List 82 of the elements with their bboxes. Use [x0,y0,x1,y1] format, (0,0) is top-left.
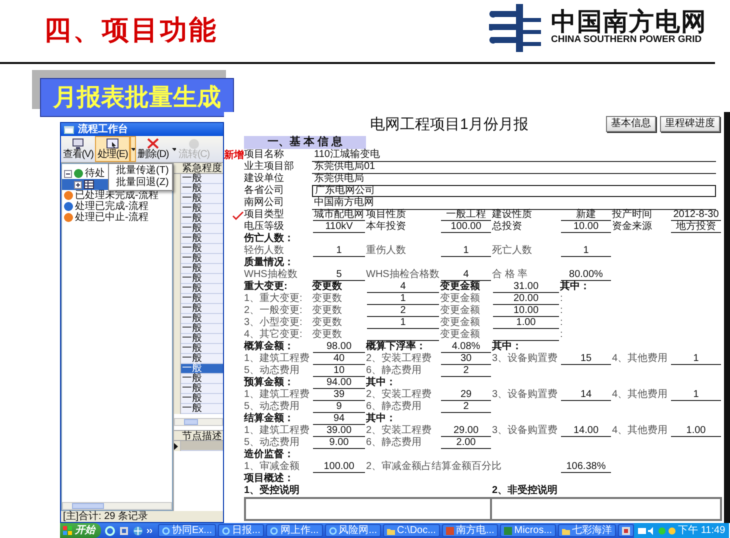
field-label: 投产时间 [612,209,653,220]
form-title: 电网工程项目1月份月报 [370,116,528,134]
field-label: 资金来源 [612,221,653,233]
field-label: 变更数 [312,305,343,316]
section-label: 质量情况： [244,257,295,268]
field-label: : [560,329,564,341]
field-label: 其中： [366,377,397,388]
section-heading: 一、基 本 信 息 [244,136,366,149]
field-label: 变更数 [312,317,343,328]
logo-text: 中国南方电网 [551,10,707,36]
field-label: 1、受控说明 [244,485,301,497]
field-label: 合 格 率 [492,269,529,281]
section-label: 伤亡人数： [244,233,295,245]
field-label: 6、静态费用 [366,365,423,376]
field-label: : [560,317,564,329]
column-header: 紧急程度 [174,163,223,174]
field-label: 6、静态费用 [366,401,423,412]
field-label: WHS抽检数 [244,269,298,280]
field-label: 4、其他费用 [612,425,669,437]
field-label: 1、审减金额 [244,461,301,472]
field-label: 2、安装工程费 [366,389,433,400]
field-label: 3、设备购置费 [492,353,559,365]
field-label: 轻伤人数 [244,245,285,256]
field-label: 项目类型 [244,209,285,220]
field-label: 其中： [492,341,523,353]
field-label: 变更金额 [440,317,481,328]
field-label: 2、非受控说明 [492,485,559,497]
field-label: 5、动态费用 [244,437,301,448]
field-label: 建设性质 [492,209,533,220]
field-label: 1、建筑工程费 [244,353,311,364]
field-label: 本年投资 [366,221,407,233]
field-label: 总投资 [492,221,523,233]
field-label: WHS抽检合格数 [366,269,440,281]
field-label: 结算金额： [244,413,295,424]
section-label: 项目概述： [244,473,295,484]
field-label: 其中： [366,413,397,424]
window-title: 流程工作台 [78,124,128,136]
field-label: 2、审减金额占结算金额百分比 [366,461,503,473]
field-label: 概算下浮率： [366,341,427,352]
field-label: 变更金额 [440,281,481,292]
field-label: 4、其他费用 [612,353,669,365]
field-label: 变更金额 [440,329,481,341]
field-label: 变更数 [312,293,343,304]
field-label: 5、动态费用 [244,401,301,412]
slide-title: 四、项目功能 [44,14,218,46]
field-label: 重伤人数 [366,245,407,257]
field-label: 南网公司 [244,197,285,208]
field-label: 6、静态费用 [366,437,423,449]
field-label: 各省公司 [244,185,285,196]
field-label: 业主项目部 [244,161,295,172]
section-label: 造价监督： [244,449,295,460]
field-label: 1、重大变更: [244,293,304,304]
field-label: 1、建筑工程费 [244,389,311,400]
field-label: 4、其他费用 [612,389,669,401]
field-label: 2、一般变更: [244,305,304,316]
field-label: 电压等级 [244,221,285,232]
field-label: : [560,293,564,305]
field-label: 建设单位 [244,173,285,184]
field-label: 死亡人数 [492,245,533,257]
field-label: 概算金额： [244,341,295,352]
field-label: 项目名称 [244,149,285,160]
field-label: 3、设备购置费 [492,389,559,401]
field-label: 其中： [560,281,591,293]
field-label: 1、建筑工程费 [244,425,311,436]
new-tag: 新增 [224,150,244,162]
field-label: 变更金额 [440,293,481,304]
field-label: 3、小型变更: [244,317,304,328]
column-header: 节点描述 [174,430,223,441]
field-label: 重大变更: [244,281,288,292]
field-label: 4、其它变更: [244,329,304,340]
field-label: 变更金额 [440,305,481,316]
field-label: 项目性质 [366,209,407,220]
clock: 下午 11:49 [678,524,726,536]
field-label: 3、设备购置费 [492,425,559,437]
field-label: 2、安装工程费 [366,425,433,436]
field-label: 变更数 [312,329,343,341]
field-label: 2、安装工程费 [366,353,433,364]
field-label: 预算金额： [244,377,295,388]
field-label: 变更数 [312,281,343,292]
logo-subtitle: CHINA SOUTHERN POWER GRID [551,35,703,46]
field-label: 5、动态费用 [244,365,301,376]
field-label: : [560,305,564,317]
